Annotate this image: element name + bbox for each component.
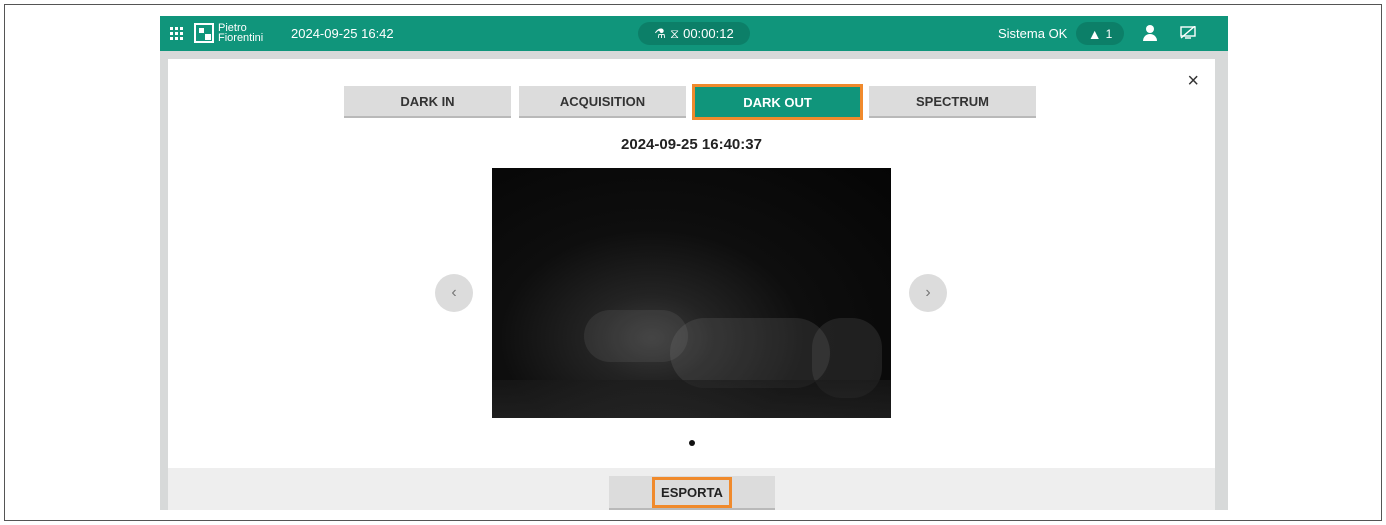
tab-dark-in[interactable]: DARK IN (344, 86, 511, 118)
brand-logo: Pietro Fiorentini (194, 23, 264, 44)
close-icon[interactable]: × (1187, 70, 1199, 93)
acquisition-timer: ⚗ ⧖ 00:00:12 (638, 22, 750, 45)
export-button-label: ESPORTA (652, 476, 732, 508)
top-bar: Pietro Fiorentini 2024-09-25 16:42 ⚗ ⧖ 0… (160, 16, 1228, 51)
tab-acquisition[interactable]: ACQUISITION (519, 86, 686, 118)
alerts-button[interactable]: ▲ 1 (1076, 22, 1124, 45)
warning-icon: ▲ (1087, 25, 1102, 42)
modal-footer: ESPORTA (168, 468, 1215, 510)
hourglass-icon: ⧖ (669, 25, 680, 41)
tab-spectrum[interactable]: SPECTRUM (869, 86, 1036, 118)
app-window: Pietro Fiorentini 2024-09-25 16:42 ⚗ ⧖ 0… (160, 16, 1228, 510)
apps-grid-icon[interactable] (170, 27, 183, 40)
flask-icon: ⚗ (654, 25, 666, 41)
logo-line-2: Fiorentini (218, 32, 264, 44)
user-icon[interactable] (1142, 25, 1158, 41)
carousel-indicator-dot[interactable] (689, 440, 695, 446)
previous-image-button[interactable]: ‹ (435, 274, 473, 312)
image-viewer-modal: × DARK IN ACQUISITION DARK OUT SPECTRUM … (168, 59, 1215, 510)
system-status: Sistema OK (998, 26, 1068, 41)
alert-count: 1 (1105, 26, 1113, 41)
capture-timestamp: 2024-09-25 16:40:37 (621, 136, 762, 153)
next-image-button[interactable]: › (909, 274, 947, 312)
header-datetime: 2024-09-25 16:42 (291, 26, 394, 41)
phase-tabs: DARK IN ACQUISITION DARK OUT SPECTRUM (344, 84, 1036, 120)
export-button[interactable]: ESPORTA (609, 476, 775, 510)
screen-off-icon[interactable] (1180, 26, 1196, 39)
tab-dark-out[interactable]: DARK OUT (692, 84, 863, 120)
camera-image (492, 168, 891, 418)
timer-value: 00:00:12 (683, 26, 734, 41)
logo-mark-icon (194, 23, 214, 43)
